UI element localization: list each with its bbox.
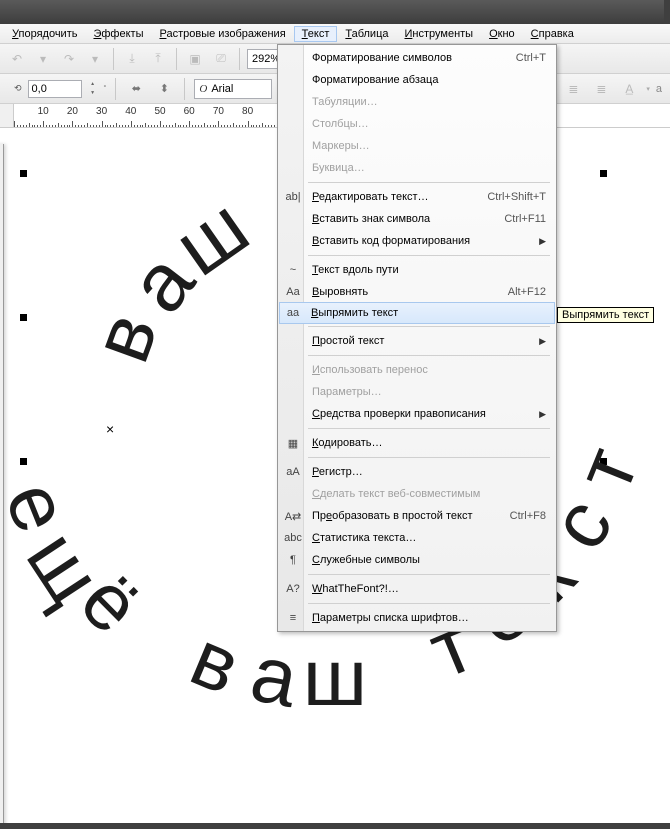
menu-item[interactable]: A?WhatTheFont?!… (280, 578, 554, 600)
coord-spinner[interactable]: ▲▼ (88, 80, 98, 98)
menu-item[interactable]: aAРегистр… (280, 461, 554, 483)
menubar-item[interactable]: Растровые изображения (151, 26, 293, 42)
submenu-arrow-icon: ▶ (539, 236, 546, 247)
text-character: ш (303, 632, 367, 724)
menu-item[interactable]: ~Текст вдоль пути (280, 259, 554, 281)
menubar-item[interactable]: Справка (523, 26, 582, 42)
menu-item: Столбцы… (280, 113, 554, 135)
menu-item: Буквица… (280, 157, 554, 179)
list-button-2[interactable]: ≣ (590, 78, 612, 100)
ruler-number: 20 (67, 106, 78, 117)
text-format-button[interactable]: A̲ (618, 78, 640, 100)
page-shadow (0, 144, 4, 829)
text-character: а (244, 627, 306, 726)
submenu-arrow-icon: ▶ (539, 336, 546, 347)
menu-item[interactable]: AaВыровнятьAlt+F12 (280, 281, 554, 303)
rotate-icon: ⟲ (14, 83, 22, 94)
list-button-1[interactable]: ≣ (562, 78, 584, 100)
tooltip: Выпрямить текст (557, 307, 654, 323)
mirror-h-button[interactable]: ⬌ (125, 78, 147, 100)
title-bar (0, 0, 670, 24)
menu-item-icon: ≡ (284, 609, 302, 627)
rotation-input[interactable]: 0,0 (28, 80, 82, 98)
ruler-number: 10 (38, 106, 49, 117)
menu-item-icon: ¶ (284, 551, 302, 569)
undo-button[interactable]: ↶ (6, 48, 28, 70)
a-icon: a (656, 83, 662, 95)
menu-item[interactable]: ab|Редактировать текст…Ctrl+Shift+T (280, 186, 554, 208)
menu-item: Маркеры… (280, 135, 554, 157)
menu-item[interactable]: ¶Служебные символы (280, 549, 554, 571)
menu-item: Использовать перенос (280, 359, 554, 381)
ruler-number: 30 (96, 106, 107, 117)
import-button[interactable]: ⤓ (121, 48, 143, 70)
text-character: в (178, 612, 253, 713)
menu-item-icon: aA (284, 463, 302, 481)
coord-value: 0,0 (32, 83, 47, 95)
menu-item-icon: Aa (284, 283, 302, 301)
menu-item[interactable]: ≡Параметры списка шрифтов… (280, 607, 554, 629)
menu-item[interactable]: Форматирование абзаца (280, 69, 554, 91)
frame-bottom (0, 823, 670, 829)
menu-item-icon: ab| (284, 188, 302, 206)
menu-item[interactable]: abcСтатистика текста… (280, 527, 554, 549)
selection-handle[interactable] (20, 314, 27, 321)
menubar: УпорядочитьЭффектыРастровые изображенияТ… (0, 24, 670, 44)
mirror-v-button[interactable]: ⬍ (153, 78, 175, 100)
menu-item: Параметры… (280, 381, 554, 403)
menubar-item[interactable]: Окно (481, 26, 523, 42)
export-button[interactable]: ⤒ (147, 48, 169, 70)
ruler-origin[interactable] (0, 104, 14, 128)
ruler-number: 40 (125, 106, 136, 117)
ruler-number: 50 (154, 106, 165, 117)
font-combo[interactable]: O Arial (194, 79, 272, 99)
menubar-item[interactable]: Инструменты (397, 26, 482, 42)
menu-item-icon: A⇄ (284, 507, 302, 525)
menu-item[interactable]: Простой текст▶ (280, 330, 554, 352)
text-menu-dropdown: Форматирование символовCtrl+TФорматирова… (277, 44, 557, 632)
menu-item[interactable]: ▦Кодировать… (280, 432, 554, 454)
menu-item[interactable]: Вставить код форматирования▶ (280, 230, 554, 252)
menu-item-icon: ~ (284, 261, 302, 279)
zoom-value: 292% (252, 53, 280, 65)
redo-button[interactable]: ↷ (58, 48, 80, 70)
welcome-button[interactable]: ⎚ (210, 48, 232, 70)
menu-item-icon: A? (284, 580, 302, 598)
submenu-arrow-icon: ▶ (539, 409, 546, 420)
font-name: Arial (211, 83, 233, 95)
font-type-icon: O (199, 83, 207, 95)
menubar-item[interactable]: Текст (294, 26, 338, 42)
menu-item[interactable]: A⇄Преобразовать в простой текстCtrl+F8 (280, 505, 554, 527)
selection-handle[interactable] (600, 170, 607, 177)
frame-right (664, 0, 670, 24)
redo-dropdown[interactable]: ▾ (84, 48, 106, 70)
menu-item: Сделать текст веб-совместимым (280, 483, 554, 505)
menu-item-icon: abc (284, 529, 302, 547)
selection-handle[interactable] (20, 170, 27, 177)
menu-item[interactable]: Средства проверки правописания▶ (280, 403, 554, 425)
ruler-number: 60 (184, 106, 195, 117)
ruler-number: 70 (213, 106, 224, 117)
menubar-item[interactable]: Таблица (337, 26, 396, 42)
menu-item[interactable]: Вставить знак символаCtrl+F11 (280, 208, 554, 230)
ruler-number: 80 (242, 106, 253, 117)
menu-item-icon: aa (284, 304, 302, 322)
menubar-item[interactable]: Упорядочить (4, 26, 85, 42)
menubar-item[interactable]: Эффекты (85, 26, 151, 42)
menu-item-icon: ▦ (284, 434, 302, 452)
menu-item[interactable]: aaВыпрямить текст (279, 302, 555, 324)
undo-dropdown[interactable]: ▾ (32, 48, 54, 70)
app-launcher-button[interactable]: ▣ (184, 48, 206, 70)
menu-item[interactable]: Форматирование символовCtrl+T (280, 47, 554, 69)
selection-handle[interactable] (20, 458, 27, 465)
menu-item: Табуляции… (280, 91, 554, 113)
selection-center-icon: × (106, 421, 114, 437)
